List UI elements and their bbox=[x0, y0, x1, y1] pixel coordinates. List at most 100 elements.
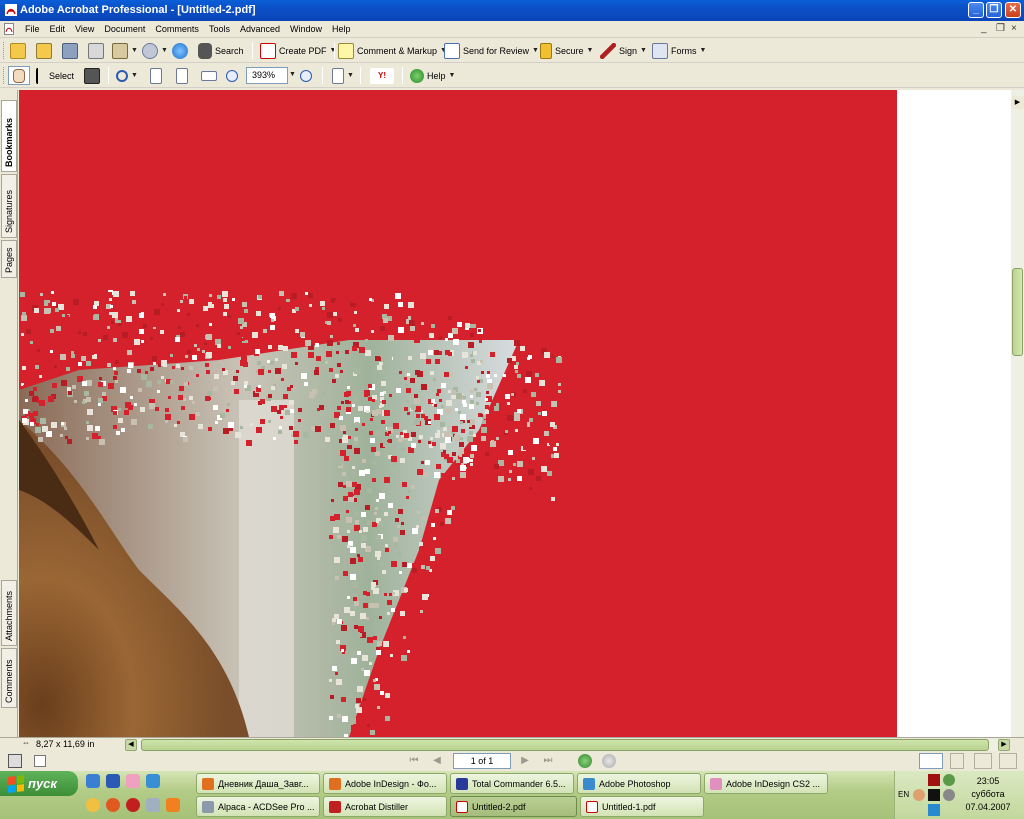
first-page-icon[interactable]: ⏮ bbox=[407, 754, 421, 768]
facing-layout-icon[interactable] bbox=[974, 753, 992, 769]
continuous-layout-icon[interactable] bbox=[950, 753, 964, 769]
page-options-icon[interactable] bbox=[34, 755, 46, 767]
task-total-commander[interactable]: Total Commander 6.5... bbox=[450, 773, 574, 794]
menu-tools[interactable]: Tools bbox=[204, 23, 235, 36]
forms-button[interactable]: Forms ▼ bbox=[652, 41, 706, 60]
menu-file[interactable]: File bbox=[20, 23, 45, 36]
fit-page-button[interactable] bbox=[176, 66, 188, 85]
email-button[interactable]: ▼ bbox=[112, 41, 138, 60]
scroll-left-icon[interactable]: ◀ bbox=[125, 739, 137, 751]
clock[interactable]: 23:05 суббота 07.04.2007 bbox=[953, 775, 1023, 814]
quicklaunch-messenger-icon[interactable] bbox=[146, 774, 160, 788]
quicklaunch-opera-icon[interactable] bbox=[126, 798, 140, 812]
last-page-icon[interactable]: ⏭ bbox=[541, 754, 555, 768]
horizontal-scrollbar[interactable]: ◀ ▶ bbox=[125, 739, 1010, 751]
organizer-button[interactable] bbox=[36, 41, 52, 60]
actual-size-button[interactable] bbox=[150, 66, 162, 85]
previous-view-icon[interactable] bbox=[578, 754, 592, 768]
task-untitled-2[interactable]: Untitled-2.pdf bbox=[450, 796, 577, 817]
continuous-facing-layout-icon[interactable] bbox=[999, 753, 1017, 769]
secure-button[interactable]: Secure ▼ bbox=[540, 41, 593, 60]
quicklaunch-ie-icon[interactable] bbox=[86, 774, 100, 788]
zoom-level-field[interactable]: 393% bbox=[246, 67, 288, 84]
save-button[interactable] bbox=[62, 41, 78, 60]
menu-edit[interactable]: Edit bbox=[45, 23, 71, 36]
menu-advanced[interactable]: Advanced bbox=[235, 23, 285, 36]
open-button[interactable] bbox=[10, 41, 26, 60]
task-diary[interactable]: Дневник Даша_Завг... bbox=[196, 773, 320, 794]
task-acdsee[interactable]: Alpaca - ACDSee Pro ... bbox=[196, 796, 320, 817]
print-button[interactable] bbox=[88, 41, 104, 60]
tab-comments[interactable]: Comments bbox=[1, 648, 17, 708]
start-button[interactable]: пуск bbox=[0, 771, 78, 796]
single-page-layout-icon[interactable] bbox=[919, 753, 943, 769]
quicklaunch-smile-icon[interactable] bbox=[86, 798, 100, 812]
select-tool-button[interactable]: Select bbox=[36, 66, 74, 85]
menu-view[interactable]: View bbox=[70, 23, 99, 36]
menu-help[interactable]: Help bbox=[327, 23, 356, 36]
quicklaunch-app-icon[interactable] bbox=[126, 774, 140, 788]
pixel-fragment bbox=[52, 383, 57, 388]
quicklaunch-folder-icon[interactable] bbox=[166, 798, 180, 812]
next-view-icon[interactable] bbox=[602, 754, 616, 768]
tray-lang-icon[interactable] bbox=[928, 774, 940, 786]
help-button[interactable]: Help ▼ bbox=[410, 66, 455, 85]
horizontal-scroll-thumb[interactable] bbox=[141, 739, 989, 751]
task-untitled-1[interactable]: Untitled-1.pdf bbox=[580, 796, 704, 817]
search-button[interactable]: Search bbox=[198, 41, 244, 60]
tab-pages[interactable]: Pages bbox=[1, 240, 17, 278]
quicklaunch-tool-icon[interactable] bbox=[146, 798, 160, 812]
zoom-in-button[interactable] bbox=[300, 66, 312, 85]
attach-button[interactable]: ▼ bbox=[142, 41, 168, 60]
document-icon[interactable] bbox=[4, 23, 14, 35]
hand-tool-button[interactable] bbox=[8, 66, 30, 85]
zoom-in-tool-button[interactable]: ▼ bbox=[116, 66, 138, 85]
tray-app-icon[interactable] bbox=[928, 789, 940, 801]
pixel-fragment bbox=[330, 335, 333, 338]
tab-signatures[interactable]: Signatures bbox=[1, 174, 17, 238]
tray-network-icon[interactable] bbox=[928, 804, 940, 816]
next-page-icon[interactable]: ▶ bbox=[518, 754, 532, 768]
yahoo-toolbar-button[interactable]: Y! bbox=[370, 66, 394, 85]
send-review-button[interactable]: Send for Review ▼ bbox=[444, 41, 539, 60]
doc-restore-button[interactable]: ❐ bbox=[996, 23, 1005, 34]
task-photoshop[interactable]: Adobe Photoshop bbox=[577, 773, 701, 794]
minimize-button[interactable]: _ bbox=[968, 2, 984, 18]
tab-bookmarks[interactable]: Bookmarks bbox=[1, 100, 17, 172]
zoom-out-button[interactable] bbox=[226, 66, 238, 85]
zoom-dropdown-arrow[interactable]: ▼ bbox=[289, 71, 296, 78]
scroll-right-icon[interactable]: ▶ bbox=[998, 739, 1010, 751]
toolbar-grip[interactable] bbox=[3, 67, 6, 84]
task-indesign-fo[interactable]: Adobe InDesign - Фо... bbox=[323, 773, 447, 794]
pane-expand-arrow-icon[interactable]: ▶ bbox=[1011, 96, 1024, 109]
quicklaunch-firefox-icon[interactable] bbox=[106, 798, 120, 812]
doc-minimize-button[interactable]: _ bbox=[981, 23, 987, 34]
menu-document[interactable]: Document bbox=[99, 23, 150, 36]
previous-page-icon[interactable]: ◀ bbox=[430, 754, 444, 768]
vertical-scrollbar[interactable]: ▶ bbox=[1011, 90, 1024, 737]
snapshot-tool-button[interactable] bbox=[84, 66, 100, 85]
comment-markup-button[interactable]: Comment & Markup▼ bbox=[338, 41, 447, 60]
document-view[interactable] bbox=[19, 90, 1011, 737]
tab-attachments[interactable]: Attachments bbox=[1, 580, 17, 646]
rotate-view-button[interactable]: ▼ bbox=[332, 66, 354, 85]
task-indesign-cs2[interactable]: Adobe InDesign CS2 ... bbox=[704, 773, 828, 794]
web-button[interactable] bbox=[172, 41, 188, 60]
language-indicator[interactable]: EN bbox=[898, 790, 909, 799]
fit-width-button[interactable] bbox=[201, 66, 217, 85]
close-button[interactable]: ✕ bbox=[1005, 2, 1021, 18]
menu-comments[interactable]: Comments bbox=[150, 23, 204, 36]
tray-expand-icon[interactable] bbox=[913, 789, 925, 801]
create-pdf-button[interactable]: Create PDF ▼ bbox=[260, 41, 336, 60]
page-number-field[interactable]: 1 of 1 bbox=[453, 753, 511, 769]
vertical-scroll-thumb[interactable] bbox=[1012, 268, 1023, 356]
toolbar-grip[interactable] bbox=[3, 42, 6, 59]
pixel-fragment bbox=[297, 320, 303, 326]
quicklaunch-save-icon[interactable] bbox=[106, 774, 120, 788]
sign-button[interactable]: Sign ▼ bbox=[600, 41, 647, 60]
pane-toggle-icon[interactable] bbox=[8, 754, 22, 768]
doc-close-button[interactable]: × bbox=[1011, 23, 1017, 34]
menu-window[interactable]: Window bbox=[285, 23, 327, 36]
task-acrobat-distiller[interactable]: Acrobat Distiller bbox=[323, 796, 447, 817]
maximize-button[interactable]: ❐ bbox=[986, 2, 1002, 18]
